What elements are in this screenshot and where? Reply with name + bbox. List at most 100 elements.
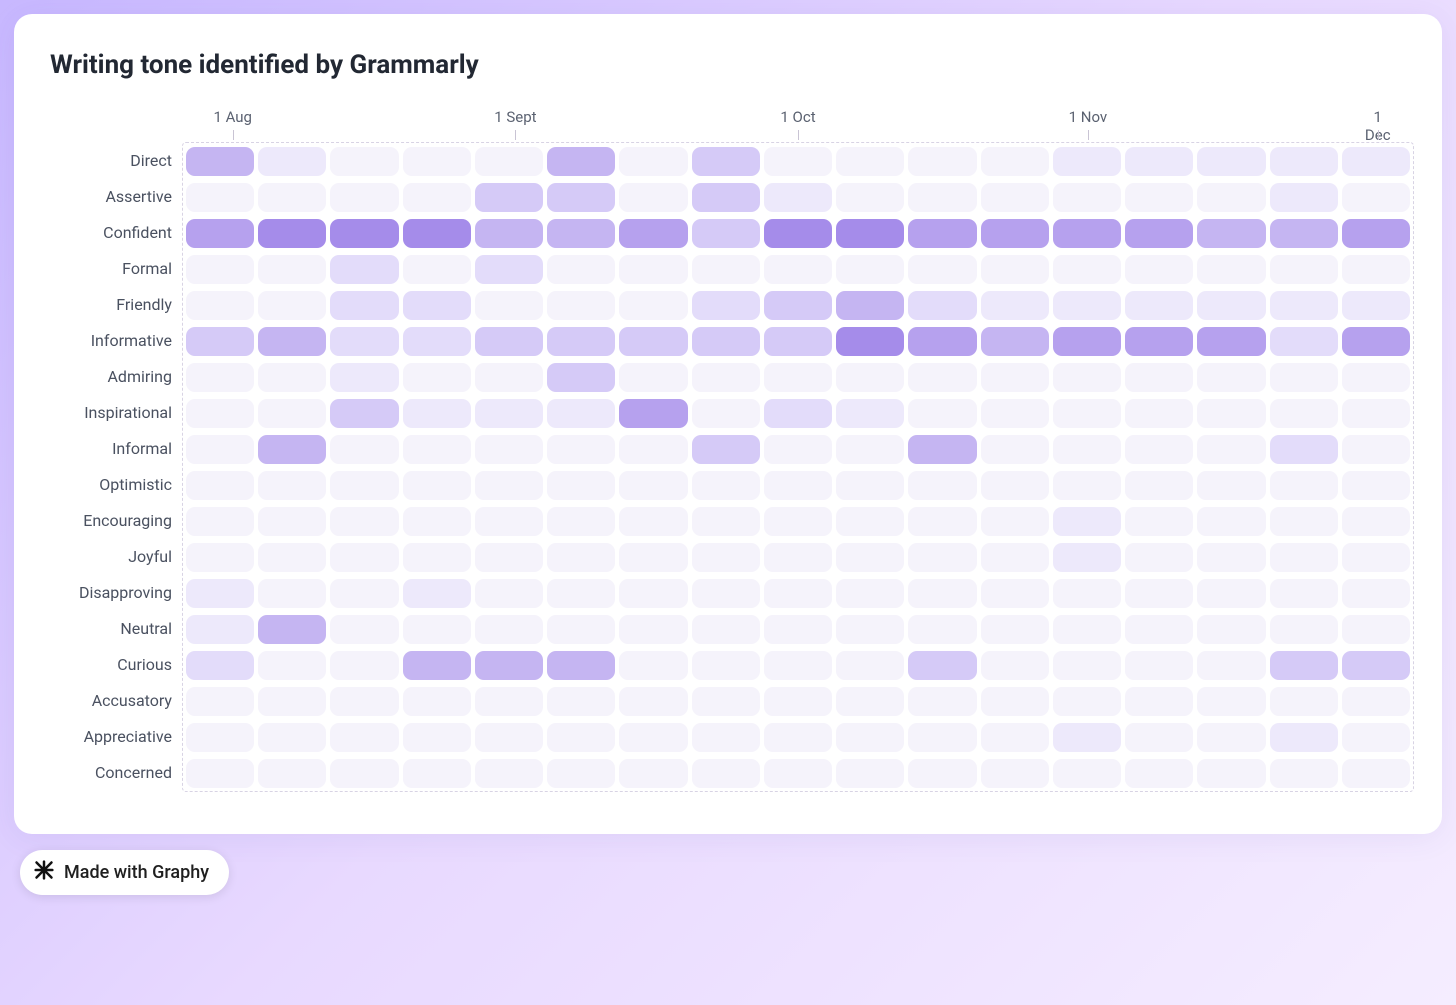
heatmap-cell: [475, 291, 543, 320]
heatmap-cell: [403, 183, 471, 212]
heatmap-cell: [1197, 579, 1265, 608]
heatmap-cell: [908, 579, 976, 608]
heatmap-cell: [764, 363, 832, 392]
y-axis-label: Neutral: [50, 610, 182, 646]
heatmap-cell: [1342, 363, 1410, 392]
heatmap-cell: [764, 543, 832, 572]
heatmap-cell: [547, 615, 615, 644]
y-axis-label: Optimistic: [50, 466, 182, 502]
heatmap-cell: [1342, 543, 1410, 572]
heatmap-cell: [981, 687, 1049, 716]
heatmap-cell: [1270, 723, 1338, 752]
graphy-logo-icon: [34, 860, 54, 885]
heatmap-cell: [908, 543, 976, 572]
heatmap-cell: [1270, 327, 1338, 356]
heatmap-cell: [1125, 219, 1193, 248]
heatmap-cell: [330, 363, 398, 392]
heatmap-cell: [836, 291, 904, 320]
heatmap-cell: [836, 723, 904, 752]
x-axis-tick: [1378, 130, 1379, 140]
heatmap-cell: [1197, 255, 1265, 284]
heatmap-cell: [1053, 147, 1121, 176]
heatmap-cell: [619, 471, 687, 500]
heatmap-cell: [836, 507, 904, 536]
heatmap-cell: [619, 255, 687, 284]
heatmap-cell: [1342, 471, 1410, 500]
heatmap-cell: [1053, 255, 1121, 284]
heatmap-cell: [186, 399, 254, 428]
heatmap-cell: [1125, 147, 1193, 176]
heatmap-cell: [981, 147, 1049, 176]
heatmap-cell: [1197, 219, 1265, 248]
heatmap-cell: [1125, 687, 1193, 716]
heatmap-cell: [1125, 579, 1193, 608]
heatmap-cell: [981, 435, 1049, 464]
heatmap-cell: [981, 363, 1049, 392]
heatmap-cell: [1197, 759, 1265, 788]
heatmap-cell: [981, 255, 1049, 284]
heatmap-chart: DirectAssertiveConfidentFormalFriendlyIn…: [50, 108, 1414, 792]
x-axis-tick: [798, 130, 799, 140]
heatmap-cell: [1270, 147, 1338, 176]
heatmap-cell: [475, 687, 543, 716]
heatmap-cell: [403, 363, 471, 392]
heatmap-cell: [475, 435, 543, 464]
heatmap-cell: [836, 615, 904, 644]
heatmap-cell: [403, 615, 471, 644]
heatmap-row: [183, 215, 1413, 251]
y-axis-label: Inspirational: [50, 394, 182, 430]
heatmap-cell: [475, 615, 543, 644]
y-axis-labels: DirectAssertiveConfidentFormalFriendlyIn…: [50, 108, 182, 792]
heatmap-cell: [1342, 615, 1410, 644]
heatmap-cell: [1270, 255, 1338, 284]
heatmap-cell: [475, 183, 543, 212]
heatmap-cell: [258, 759, 326, 788]
heatmap-cell: [1053, 327, 1121, 356]
heatmap-grid: [182, 142, 1414, 792]
heatmap-cell: [330, 291, 398, 320]
heatmap-cell: [1053, 183, 1121, 212]
heatmap-cell: [403, 219, 471, 248]
heatmap-cell: [908, 219, 976, 248]
heatmap-cell: [330, 723, 398, 752]
heatmap-cell: [475, 723, 543, 752]
heatmap-cell: [764, 651, 832, 680]
heatmap-cell: [258, 615, 326, 644]
heatmap-cell: [764, 723, 832, 752]
heatmap-cell: [186, 219, 254, 248]
heatmap-cell: [1342, 291, 1410, 320]
heatmap-cell: [908, 291, 976, 320]
heatmap-cell: [258, 147, 326, 176]
heatmap-cell: [764, 615, 832, 644]
heatmap-cell: [1125, 363, 1193, 392]
heatmap-cell: [908, 471, 976, 500]
heatmap-cell: [547, 507, 615, 536]
heatmap-cell: [619, 183, 687, 212]
heatmap-cell: [258, 327, 326, 356]
heatmap-cell: [1053, 219, 1121, 248]
heatmap-cell: [258, 651, 326, 680]
heatmap-cell: [764, 219, 832, 248]
heatmap-cell: [836, 363, 904, 392]
chart-card: Writing tone identified by Grammarly Dir…: [14, 14, 1442, 834]
heatmap-cell: [692, 219, 760, 248]
heatmap-cell: [908, 651, 976, 680]
heatmap-cell: [764, 147, 832, 176]
y-axis-label: Encouraging: [50, 502, 182, 538]
heatmap-cell: [1342, 219, 1410, 248]
heatmap-cell: [764, 579, 832, 608]
heatmap-cell: [836, 543, 904, 572]
heatmap-cell: [330, 327, 398, 356]
heatmap-cell: [186, 147, 254, 176]
heatmap-cell: [330, 507, 398, 536]
heatmap-cell: [547, 651, 615, 680]
made-with-badge[interactable]: Made with Graphy: [20, 850, 229, 895]
heatmap-cell: [475, 507, 543, 536]
heatmap-cell: [764, 327, 832, 356]
heatmap-cell: [908, 435, 976, 464]
heatmap-cell: [330, 183, 398, 212]
heatmap-cell: [547, 255, 615, 284]
heatmap-cell: [908, 147, 976, 176]
heatmap-cell: [258, 687, 326, 716]
heatmap-cell: [764, 435, 832, 464]
